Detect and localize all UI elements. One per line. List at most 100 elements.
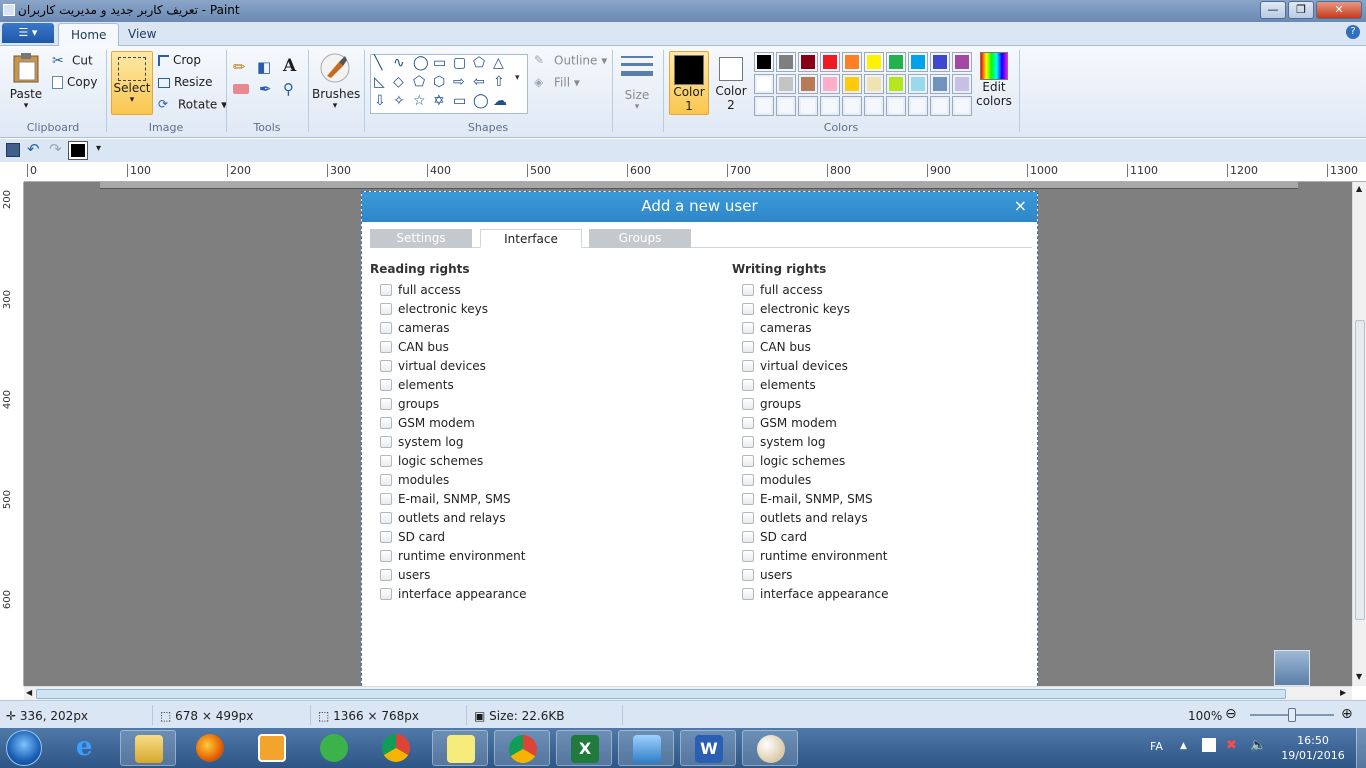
action-center-icon[interactable] <box>1202 738 1216 752</box>
palette-color-swatch[interactable] <box>798 74 818 94</box>
palette-color-swatch[interactable] <box>820 52 840 72</box>
taskbar-ie[interactable]: e <box>62 730 118 766</box>
taskbar-photos[interactable] <box>618 730 674 766</box>
zoom-out-icon[interactable]: ⊖ <box>1225 706 1237 722</box>
workspace[interactable]: Add a new user × Settings Interface Grou… <box>24 182 1354 686</box>
tab-groups[interactable]: Groups <box>589 229 691 248</box>
reading-right-checkbox[interactable] <box>380 398 392 410</box>
reading-right-checkbox[interactable] <box>380 379 392 391</box>
writing-right-checkbox[interactable] <box>742 531 754 543</box>
resize-button[interactable]: Resize <box>158 75 212 89</box>
taskbar-chrome-2[interactable] <box>494 730 550 766</box>
palette-color-swatch[interactable] <box>842 74 862 94</box>
palette-color-swatch[interactable] <box>886 52 906 72</box>
cut-button[interactable]: ✂ Cut <box>52 53 93 69</box>
palette-color-swatch[interactable] <box>952 52 972 72</box>
magnifier-icon[interactable]: ⚲ <box>283 80 299 98</box>
palette-color-swatch[interactable] <box>754 52 774 72</box>
shapes-more-icon[interactable]: ▾ <box>515 73 520 83</box>
palette-color-swatch[interactable] <box>930 74 950 94</box>
palette-color-swatch[interactable] <box>776 74 796 94</box>
right-arrow-shape-icon[interactable]: ⇨ <box>453 74 465 90</box>
palette-empty-swatch[interactable] <box>820 96 840 116</box>
rounded-rectangle-shape-icon[interactable]: ▢ <box>453 55 466 71</box>
reading-right-checkbox[interactable] <box>380 493 392 505</box>
palette-color-swatch[interactable] <box>842 52 862 72</box>
maximize-button[interactable]: ❐ <box>1288 1 1314 19</box>
zoom-slider[interactable] <box>1250 708 1334 722</box>
network-icon[interactable]: ✖ <box>1226 738 1237 753</box>
reading-right-checkbox[interactable] <box>380 303 392 315</box>
save-icon[interactable] <box>6 143 20 157</box>
writing-right-checkbox[interactable] <box>742 379 754 391</box>
rotate-button[interactable]: ⟳ Rotate ▾ <box>158 97 227 113</box>
show-desktop-button[interactable] <box>1356 728 1366 768</box>
palette-color-swatch[interactable] <box>886 74 906 94</box>
five-point-star-shape-icon[interactable]: ☆ <box>413 93 426 109</box>
color-picker-icon[interactable]: ✒ <box>259 80 275 98</box>
fill-bucket-icon[interactable]: ◧ <box>257 58 273 76</box>
tray-expand-icon[interactable]: ▲ <box>1180 741 1187 751</box>
outline-dropdown[interactable]: ✎ Outline ▾ <box>534 53 607 69</box>
writing-right-checkbox[interactable] <box>742 550 754 562</box>
zoom-slider-thumb[interactable] <box>1288 708 1296 722</box>
reading-right-checkbox[interactable] <box>380 569 392 581</box>
callout-oval-shape-icon[interactable]: ◯ <box>473 93 489 109</box>
palette-color-swatch[interactable] <box>754 74 774 94</box>
reading-right-checkbox[interactable] <box>380 322 392 334</box>
writing-right-checkbox[interactable] <box>742 436 754 448</box>
palette-color-swatch[interactable] <box>776 52 796 72</box>
left-arrow-shape-icon[interactable]: ⇦ <box>473 74 485 90</box>
oval-shape-icon[interactable]: ◯ <box>413 55 429 71</box>
tab-view[interactable]: View <box>116 23 168 47</box>
palette-empty-swatch[interactable] <box>952 96 972 116</box>
palette-empty-swatch[interactable] <box>754 96 774 116</box>
clock[interactable]: 16:50 19/01/2016 <box>1278 733 1348 763</box>
palette-empty-swatch[interactable] <box>798 96 818 116</box>
writing-right-checkbox[interactable] <box>742 569 754 581</box>
line-shape-icon[interactable]: ╲ <box>374 55 382 71</box>
palette-color-swatch[interactable] <box>820 74 840 94</box>
volume-icon[interactable]: 🔈 <box>1250 738 1266 753</box>
palette-color-swatch[interactable] <box>908 74 928 94</box>
reading-right-checkbox[interactable] <box>380 436 392 448</box>
hexagon-shape-icon[interactable]: ⬡ <box>433 74 445 90</box>
vertical-scroll-thumb[interactable] <box>1355 320 1365 620</box>
tab-settings[interactable]: Settings <box>370 229 472 248</box>
palette-empty-swatch[interactable] <box>886 96 906 116</box>
undo-icon[interactable]: ↶ <box>27 140 40 158</box>
writing-right-checkbox[interactable] <box>742 455 754 467</box>
reading-right-checkbox[interactable] <box>380 360 392 372</box>
palette-color-swatch[interactable] <box>864 74 884 94</box>
taskbar-excel[interactable]: X <box>556 730 612 766</box>
close-button[interactable]: ✕ <box>1316 1 1362 19</box>
palette-color-swatch[interactable] <box>930 52 950 72</box>
reading-right-checkbox[interactable] <box>380 531 392 543</box>
cloud-shape-icon[interactable]: ☁ <box>493 93 507 109</box>
vertical-scrollbar[interactable]: ▲ ▼ <box>1352 182 1366 686</box>
eraser-icon[interactable] <box>233 84 249 94</box>
taskbar-chrome[interactable] <box>368 730 424 766</box>
reading-right-checkbox[interactable] <box>380 341 392 353</box>
scroll-right-icon[interactable]: ▶ <box>1340 688 1346 697</box>
taskbar-app[interactable] <box>306 730 362 766</box>
current-color-icon[interactable] <box>68 141 88 160</box>
palette-empty-swatch[interactable] <box>864 96 884 116</box>
crop-button[interactable]: Crop <box>158 53 201 67</box>
palette-empty-swatch[interactable] <box>842 96 862 116</box>
palette-color-swatch[interactable] <box>864 52 884 72</box>
palette-empty-swatch[interactable] <box>908 96 928 116</box>
reading-right-checkbox[interactable] <box>380 417 392 429</box>
reading-right-checkbox[interactable] <box>380 512 392 524</box>
palette-color-swatch[interactable] <box>908 52 928 72</box>
color1-button[interactable]: Color 1 <box>669 51 709 115</box>
right-triangle-shape-icon[interactable]: ◺ <box>374 74 385 90</box>
writing-right-checkbox[interactable] <box>742 284 754 296</box>
pencil-icon[interactable]: ✏ <box>233 58 249 76</box>
curve-shape-icon[interactable]: ∿ <box>393 55 405 71</box>
language-indicator[interactable]: FA <box>1150 740 1163 753</box>
size-button[interactable]: Size ▾ <box>617 52 657 116</box>
triangle-shape-icon[interactable]: △ <box>493 55 504 71</box>
writing-right-checkbox[interactable] <box>742 417 754 429</box>
rectangle-shape-icon[interactable]: ▭ <box>433 55 446 71</box>
